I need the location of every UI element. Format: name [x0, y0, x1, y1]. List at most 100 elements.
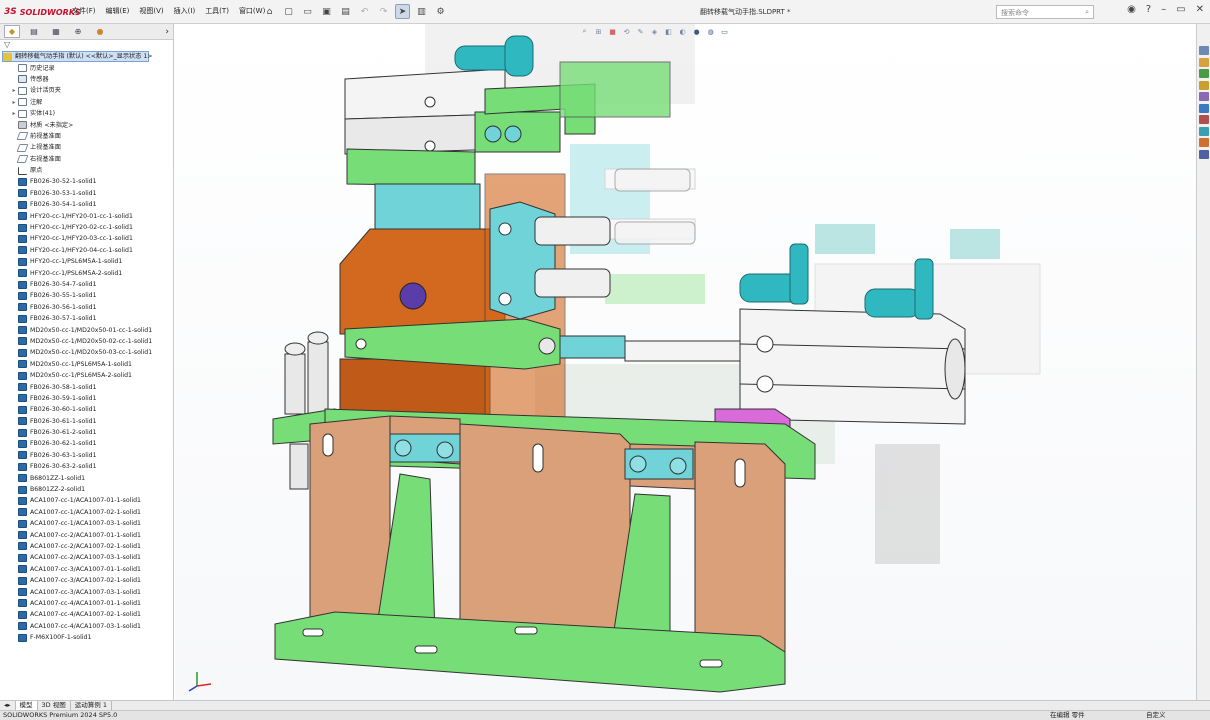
tree-body-item[interactable]: FB026-30-55-1-solid1 — [2, 290, 173, 301]
open-icon[interactable]: ▭ — [300, 4, 315, 19]
solidworks-logo[interactable]: 3S SOLIDWORKS — [4, 5, 81, 19]
tree-body-item[interactable]: MD20x50-cc-1/MD20x50-03-cc-1-solid1 — [2, 347, 173, 358]
tree-body-item[interactable]: FB026-30-60-1-solid1 — [2, 404, 173, 415]
redo-icon[interactable]: ↷ — [376, 4, 391, 19]
tree-body-item[interactable]: ACA1007-cc-3/ACA1007-03-1-solid1 — [2, 586, 173, 597]
tree-body-item[interactable]: MD20x50-cc-1/PSL6M5A-2-solid1 — [2, 370, 173, 381]
tree-body-item[interactable]: ACA1007-cc-2/ACA1007-03-1-solid1 — [2, 552, 173, 563]
tree-body-item[interactable]: FB026-30-63-2-solid1 — [2, 461, 173, 472]
tree-body-item[interactable]: HFY20-cc-1/PSL6M5A-2-solid1 — [2, 267, 173, 278]
tree-body-item[interactable]: ACA1007-cc-3/ACA1007-01-1-solid1 — [2, 564, 173, 575]
tree-body-item[interactable]: ACA1007-cc-1/ACA1007-03-1-solid1 — [2, 518, 173, 529]
tree-body-item[interactable]: HFY20-cc-1/PSL6M5A-1-solid1 — [2, 256, 173, 267]
3d-model-scene[interactable] — [175, 24, 1196, 700]
dimxpert-icon[interactable]: ⊕ — [70, 25, 86, 38]
minimize-icon[interactable]: – — [1161, 4, 1166, 15]
view-palette-icon[interactable] — [1198, 80, 1209, 90]
tree-body-item[interactable]: FB026-30-63-1-solid1 — [2, 450, 173, 461]
tree-body-item[interactable]: FB026-30-61-2-solid1 — [2, 427, 173, 438]
save-icon[interactable]: ▣ — [319, 4, 334, 19]
tab-motion-study[interactable]: 运动算例 1 — [71, 701, 112, 710]
tree-body-item[interactable]: ACA1007-cc-4/ACA1007-01-1-solid1 — [2, 598, 173, 609]
tree-body-item[interactable]: FB026-30-56-1-solid1 — [2, 302, 173, 313]
tree-body-item[interactable]: FB026-30-61-1-solid1 — [2, 416, 173, 427]
menu-view[interactable]: 视图(V) — [139, 6, 163, 16]
tree-node[interactable]: ▸ 实体(41) — [2, 108, 173, 119]
tree-body-item[interactable]: ACA1007-cc-1/ACA1007-01-1-solid1 — [2, 495, 173, 506]
tree-body-item[interactable]: ACA1007-cc-3/ACA1007-02-1-solid1 — [2, 575, 173, 586]
tree-body-item[interactable]: MD20x50-cc-1/PSL6M5A-1-solid1 — [2, 359, 173, 370]
tree-node[interactable]: 前视基准面 — [2, 131, 173, 142]
tree-body-item[interactable]: B6801ZZ-2-solid1 — [2, 484, 173, 495]
account-icon[interactable]: ◉ — [1127, 4, 1136, 15]
expand-arrow-icon[interactable]: ▸ — [10, 85, 18, 96]
tree-node[interactable]: 历史记录 — [2, 62, 173, 73]
3dexperience-icon[interactable] — [1198, 138, 1209, 147]
print-icon[interactable]: ▤ — [338, 4, 353, 19]
expand-arrow-icon[interactable]: ▸ — [10, 108, 18, 119]
home-icon[interactable]: ⌂ — [262, 4, 277, 19]
restore-icon[interactable]: ▭ — [1176, 4, 1185, 15]
forum-icon[interactable] — [1198, 115, 1209, 124]
tree-node[interactable]: ▸ 设计活页夹 — [2, 85, 173, 96]
tree-body-item[interactable]: FB026-30-52-1-solid1 — [2, 176, 173, 187]
chevron-right-icon[interactable]: › — [165, 27, 169, 37]
tree-body-item[interactable]: FB026-30-54-1-solid1 — [2, 199, 173, 210]
tree-body-item[interactable]: FB026-30-62-1-solid1 — [2, 438, 173, 449]
custom-properties-icon[interactable] — [1198, 103, 1209, 113]
tree-body-item[interactable]: MD20x50-cc-1/MD20x50-01-cc-1-solid1 — [2, 324, 173, 335]
tree-body-item[interactable]: ACA1007-cc-2/ACA1007-01-1-solid1 — [2, 529, 173, 540]
tab-navigation-arrows[interactable]: ◂▸ — [0, 701, 16, 710]
tree-body-item[interactable]: B6801ZZ-1-solid1 — [2, 472, 173, 483]
tree-node[interactable]: 上视基准面 — [2, 142, 173, 153]
property-icon[interactable]: ▤ — [26, 25, 42, 38]
tree-body-item[interactable]: HFY20-cc-1/HFY20-02-cc-1-solid1 — [2, 222, 173, 233]
menu-insert[interactable]: 插入(I) — [174, 6, 196, 16]
tree-body-item[interactable]: ACA1007-cc-1/ACA1007-02-1-solid1 — [2, 507, 173, 518]
menu-tools[interactable]: 工具(T) — [205, 6, 229, 16]
tree-body-item[interactable]: FB026-30-59-1-solid1 — [2, 393, 173, 404]
tree-body-item[interactable]: FB026-30-54-7-solid1 — [2, 279, 173, 290]
tree-body-item[interactable]: HFY20-cc-1/HFY20-01-cc-1-solid1 — [2, 210, 173, 221]
tree-body-item[interactable]: MD20x50-cc-1/MD20x50-02-cc-1-solid1 — [2, 336, 173, 347]
tree-node[interactable]: 传感器 — [2, 74, 173, 85]
close-icon[interactable]: ✕ — [1196, 4, 1204, 15]
tab-3d-view[interactable]: 3D 视图 — [38, 701, 71, 710]
file-explorer-icon[interactable] — [1198, 69, 1209, 78]
tree-node[interactable]: ▸ 注解 — [2, 97, 173, 108]
tree-body-item[interactable]: F-M6X100F-1-solid1 — [2, 632, 173, 643]
options-icon[interactable]: ⚙ — [433, 4, 448, 19]
undo-icon[interactable]: ↶ — [357, 4, 372, 19]
tree-root-part[interactable]: 翻转移载气动手指 (默认) <<默认>_显示状态 1> — [2, 51, 153, 63]
help-icon[interactable]: ? — [1146, 4, 1151, 15]
graphics-viewport[interactable]: ⌕ ⊞ ■ ⟲ ✎ ◈ ◧ ◐ ● ◍ ▭ — [175, 24, 1196, 700]
display-icon[interactable]: ● — [92, 25, 108, 38]
design-library-icon[interactable] — [1198, 57, 1209, 67]
rebuild-icon[interactable]: ▥ — [414, 4, 429, 19]
tree-body-item[interactable]: ACA1007-cc-2/ACA1007-02-1-solid1 — [2, 541, 173, 552]
tree-node[interactable]: 原点 — [2, 165, 173, 176]
new-icon[interactable]: ▢ — [281, 4, 296, 19]
tab-model[interactable]: 模型 — [15, 701, 38, 710]
tree-body-item[interactable]: FB026-30-57-1-solid1 — [2, 313, 173, 324]
tree-node[interactable]: 右视基准面 — [2, 154, 173, 165]
expand-arrow-icon[interactable]: ▸ — [10, 97, 18, 108]
tree-body-item[interactable]: ACA1007-cc-4/ACA1007-03-1-solid1 — [2, 621, 173, 632]
tree-body-item[interactable]: FB026-30-58-1-solid1 — [2, 381, 173, 392]
config-icon[interactable]: ▦ — [48, 25, 64, 38]
search-commands-input[interactable]: 搜索命令 ⌕ — [996, 5, 1094, 19]
tree-body-item[interactable]: HFY20-cc-1/HFY20-04-cc-1-solid1 — [2, 245, 173, 256]
menu-edit[interactable]: 编辑(E) — [106, 6, 130, 16]
appearances-icon[interactable] — [1198, 92, 1209, 101]
feature-tree-icon[interactable]: ◆ — [4, 25, 20, 38]
tree-node[interactable]: 材质 <未指定> — [2, 119, 173, 130]
filter-icon[interactable]: ▽ — [0, 40, 173, 51]
mbd-icon[interactable] — [1198, 149, 1209, 159]
tree-body-item[interactable]: HFY20-cc-1/HFY20-03-cc-1-solid1 — [2, 233, 173, 244]
menu-file[interactable]: 文件(F) — [72, 6, 96, 16]
resources-icon[interactable] — [1198, 46, 1209, 55]
select-icon[interactable]: ➤ — [395, 4, 410, 19]
tree-body-item[interactable]: ACA1007-cc-4/ACA1007-02-1-solid1 — [2, 609, 173, 620]
solidworks-community-icon[interactable] — [1198, 126, 1209, 136]
status-units[interactable]: 自定义 — [1146, 711, 1166, 720]
